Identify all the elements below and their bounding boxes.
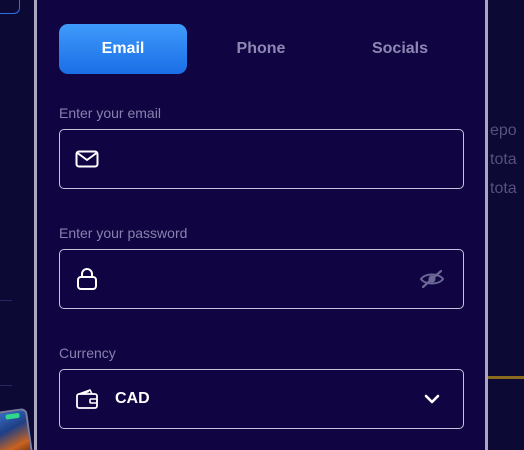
envelope-icon: [73, 150, 101, 168]
password-label: Enter your password: [59, 225, 188, 241]
background-accent-line: [488, 376, 524, 379]
login-modal: Email Phone Socials Enter your email Ent…: [34, 0, 488, 450]
eye-off-icon[interactable]: [417, 269, 447, 289]
game-thumbnail: [0, 407, 34, 450]
currency-select[interactable]: CAD: [59, 369, 464, 429]
tab-socials[interactable]: Socials: [335, 24, 465, 74]
auth-tabs: Email Phone Socials: [59, 24, 469, 74]
currency-label: Currency: [59, 345, 116, 361]
background-text: tota: [490, 151, 517, 168]
email-label: Enter your email: [59, 105, 161, 121]
currency-value: CAD: [115, 390, 150, 407]
tab-phone[interactable]: Phone: [195, 24, 327, 74]
background-button-fragment: [0, 0, 20, 14]
tab-email[interactable]: Email: [59, 24, 187, 74]
password-input[interactable]: [101, 250, 417, 308]
email-field[interactable]: [59, 129, 464, 189]
background-text: epo: [490, 122, 517, 139]
divider: [0, 385, 12, 386]
background-text: tota: [490, 180, 517, 197]
password-field[interactable]: [59, 249, 464, 309]
background-right: epo tota tota: [486, 0, 524, 450]
chevron-down-icon[interactable]: [417, 393, 447, 405]
email-input[interactable]: [101, 130, 463, 188]
divider: [0, 300, 12, 301]
background-left: [0, 0, 34, 450]
lock-icon: [73, 267, 101, 291]
thumbnail-badge: [5, 412, 20, 420]
wallet-icon: [73, 388, 101, 410]
screen: epo tota tota Email Phone Socials Enter …: [0, 0, 524, 450]
